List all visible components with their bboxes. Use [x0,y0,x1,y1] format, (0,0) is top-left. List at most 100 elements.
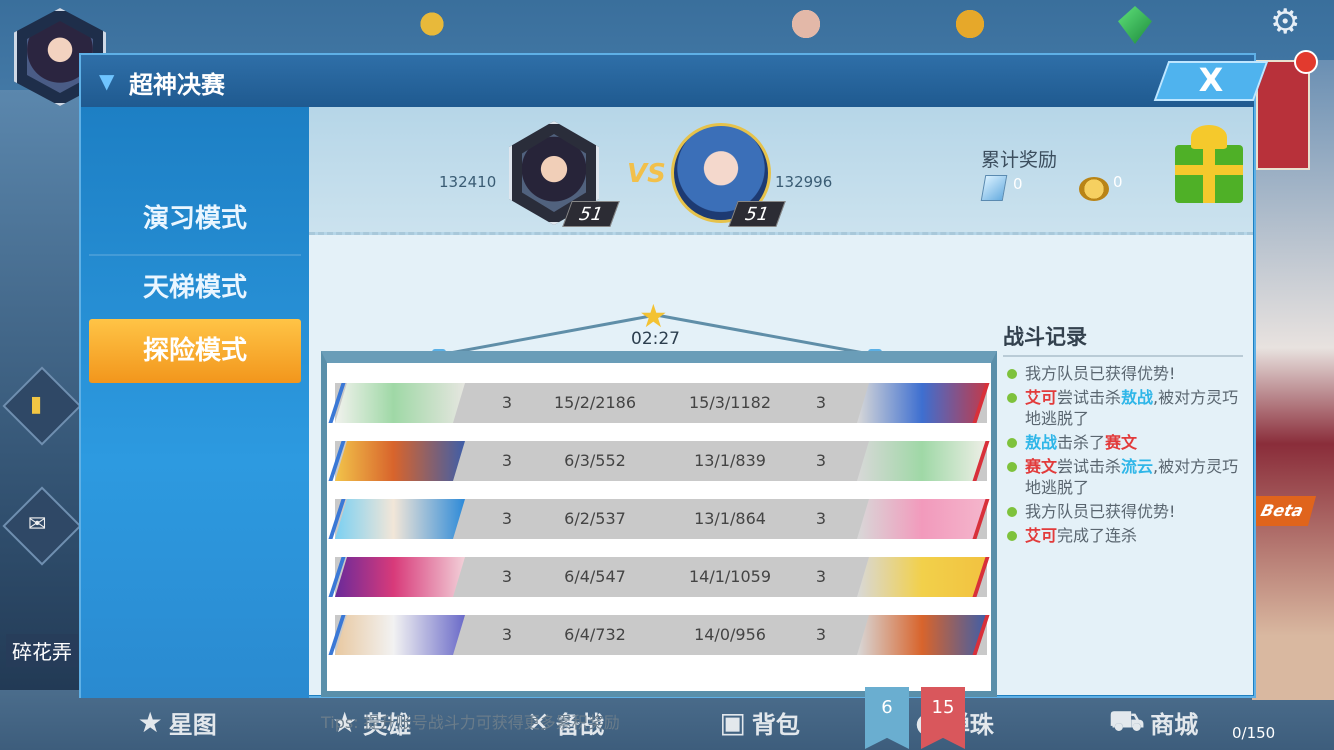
match-content: 132410 51 VS 51 132996 累计奖励 0 0 ★ 02:27 … [309,107,1253,749]
trophy-icon: ▮ [30,392,43,417]
battle-log-title: 战斗记录 [1003,321,1243,357]
crystal-count: 0 [1013,175,1023,193]
background-location-label: 碎花弄 [6,634,78,667]
log-text: 完成了连杀 [1057,526,1138,545]
table-row: 3 15/2/2186 15/3/1182 3 [328,383,990,423]
log-entry: 艾可尝试击杀敖战,被对方灵巧地逃脱了 [1003,387,1243,429]
menu-item-ladder[interactable]: 天梯模式 [89,254,301,318]
gem-icon[interactable] [1118,6,1152,44]
right-hero-level: 3 [815,451,827,470]
backpack-icon: ▣ [719,705,746,739]
settings-gear-icon[interactable]: ⚙ [1270,4,1300,40]
mail-icon: ✉ [28,512,47,537]
versus-banner: 132410 51 VS 51 132996 累计奖励 0 0 [309,107,1253,235]
crystal-icon [980,175,1008,201]
right-hero-portrait [857,499,987,539]
right-hero-level: 3 [815,509,827,528]
left-player-level: 51 [562,201,620,227]
log-entry: 敖战击杀了赛文 [1003,432,1243,453]
nav-shop[interactable]: ⛟ 商城 [1109,704,1198,741]
right-hero-stats: 14/1/1059 [688,567,772,586]
right-hero-portrait [857,441,987,481]
beta-badge: Beta [1247,496,1317,526]
close-icon[interactable]: X [1191,61,1231,99]
hero-name: 赛文 [1105,433,1138,452]
gift-bow [1191,125,1227,149]
bullet-dot [1007,462,1017,472]
right-player-level: 51 [728,201,786,227]
bullet-dot [1007,507,1017,517]
left-hero-portrait [335,499,465,539]
nav-label: 背包 [751,710,800,739]
menu-item-drill[interactable]: 演习模式 [89,187,301,251]
event-banner[interactable] [1256,60,1310,170]
finals-dialog: ▼ 超神决赛 X 演习模式 天梯模式 探险模式 132410 51 VS 51 … [79,53,1269,749]
nav-backpack[interactable]: ▣ 背包 [719,705,799,740]
coin-count: 0 [1113,173,1123,191]
right-hero-stats: 15/3/1182 [688,393,772,412]
log-entry: 我方队员已获得优势! [1003,363,1243,384]
left-hero-level: 3 [501,451,513,470]
hero-name: 敖战 [1025,433,1058,452]
hero-name: 艾可 [1025,526,1058,545]
gift-ribbon [1175,165,1243,175]
log-text: 尝试击杀 [1057,388,1122,407]
left-hero-portrait [335,557,465,597]
shell-icon[interactable] [788,6,824,42]
right-hero-level: 3 [815,393,827,412]
left-hero-portrait [335,383,465,423]
nav-label: 商城 [1150,710,1199,739]
bullet-dot [1007,393,1017,403]
table-row: 3 6/3/552 13/1/839 3 [328,441,990,481]
log-entry: 我方队员已获得优势! [1003,501,1243,522]
left-player-score: 132410 [439,173,497,191]
right-hero-level: 3 [815,625,827,644]
vs-label: VS [627,159,666,189]
menu-item-adventure[interactable]: 探险模式 [89,319,301,383]
dialog-header: ▼ 超神决赛 X [81,55,1269,107]
right-hero-level: 3 [815,567,827,586]
left-hero-stats: 6/3/552 [564,451,626,470]
right-hero-stats: 13/1/839 [694,451,766,470]
flag-icon[interactable] [414,6,450,42]
right-hero-portrait [857,615,987,655]
table-row: 3 6/2/537 13/1/864 3 [328,499,990,539]
nav-label: 星图 [168,710,217,739]
log-text: 尝试击杀 [1057,457,1122,476]
left-hero-stats: 6/4/732 [564,625,626,644]
log-text: 我方队员已获得优势! [1025,364,1176,383]
mode-menu: 演习模式 天梯模式 探险模式 [81,107,309,698]
bottom-navigation: ★星图 ★英雄 ✕备战 ▣背包 ●弹珠 ⛟商城 [80,694,1256,750]
star-icon: ★ [137,705,163,739]
hero-name: 流云 [1121,457,1154,476]
left-hero-level: 3 [501,509,513,528]
right-hero-stats: 14/0/956 [694,625,766,644]
left-hero-stats: 15/2/2186 [553,393,637,412]
right-hero-portrait [857,557,987,597]
left-hero-portrait [335,441,465,481]
header-triangle-icon: ▼ [99,69,115,93]
top-resource-bar: ⚙ [0,0,1334,106]
tips-text: Tips: 提升账号战斗力可获得更多累积奖励 [321,713,620,732]
hero-name: 赛文 [1025,457,1058,476]
energy-icon[interactable] [952,6,988,42]
battle-log: 战斗记录 我方队员已获得优势! 艾可尝试击杀敖战,被对方灵巧地逃脱了 敖战击杀了… [1003,321,1243,549]
notification-dot [1294,50,1318,74]
dialog-title: 超神决赛 [129,71,225,99]
log-entry: 赛文尝试击杀流云,被对方灵巧地逃脱了 [1003,456,1243,498]
log-entry: 艾可完成了连杀 [1003,525,1243,546]
cart-icon: ⛟ [1109,703,1145,737]
bullet-dot [1007,531,1017,541]
left-hero-stats: 6/4/547 [564,567,626,586]
nav-star-map[interactable]: ★ 星图 [138,705,217,740]
gift-box-icon[interactable] [1175,125,1243,203]
left-hero-stats: 6/2/537 [564,509,626,528]
bullet-dot [1007,369,1017,379]
log-text: 我方队员已获得优势! [1025,502,1176,521]
table-row: 3 6/4/732 14/0/956 3 [328,615,990,655]
hero-name: 敖战 [1121,388,1154,407]
match-timer: 02:27 [631,329,680,349]
log-text: 击杀了 [1057,433,1106,452]
coin-icon [1079,177,1109,201]
right-player-score: 132996 [775,173,833,191]
